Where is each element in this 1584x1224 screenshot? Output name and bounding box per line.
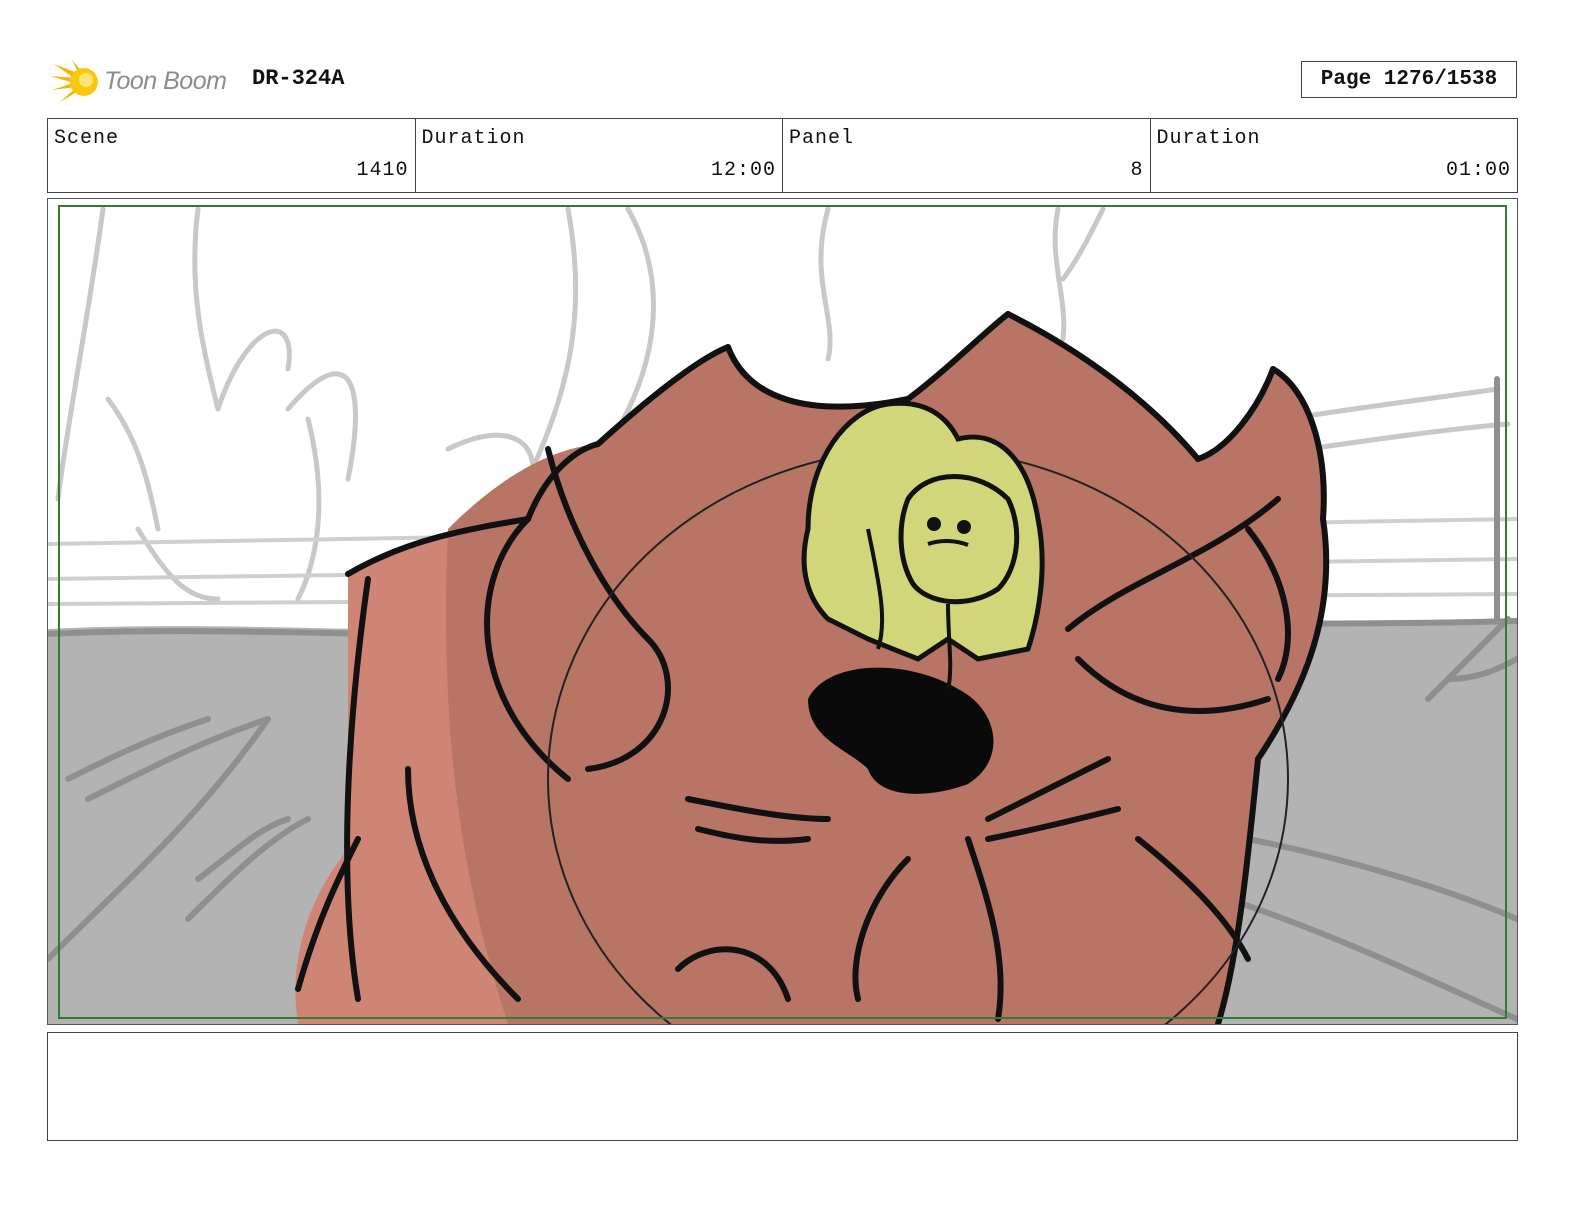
scene-info-table: Scene 1410 Duration 12:00 Panel 8 Durati… — [47, 118, 1518, 193]
panel-duration-label: Duration — [1156, 127, 1261, 150]
document-code: DR-324A — [252, 66, 345, 91]
scene-duration-cell: Duration 12:00 — [416, 119, 783, 192]
panel-cell: Panel 8 — [783, 119, 1151, 192]
panel-notes-box — [47, 1032, 1518, 1141]
storyboard-panel — [47, 198, 1518, 1025]
panel-label: Panel — [789, 127, 855, 150]
starburst-logo-icon — [50, 56, 102, 106]
toon-boom-logo: Toon Boom — [50, 55, 240, 107]
scene-label: Scene — [54, 127, 120, 150]
scene-value: 1410 — [356, 159, 409, 182]
scene-duration-label: Duration — [421, 127, 526, 150]
page-indicator: Page 1276/1538 — [1301, 61, 1517, 98]
panel-duration-value: 01:00 — [1445, 159, 1511, 182]
logo-text: Toon Boom — [104, 66, 227, 95]
panel-value: 8 — [1130, 159, 1144, 182]
scene-cell: Scene 1410 — [48, 119, 416, 192]
panel-duration-cell: Duration 01:00 — [1151, 119, 1518, 192]
panel-artwork — [48, 199, 1517, 1024]
scene-duration-value: 12:00 — [710, 159, 776, 182]
